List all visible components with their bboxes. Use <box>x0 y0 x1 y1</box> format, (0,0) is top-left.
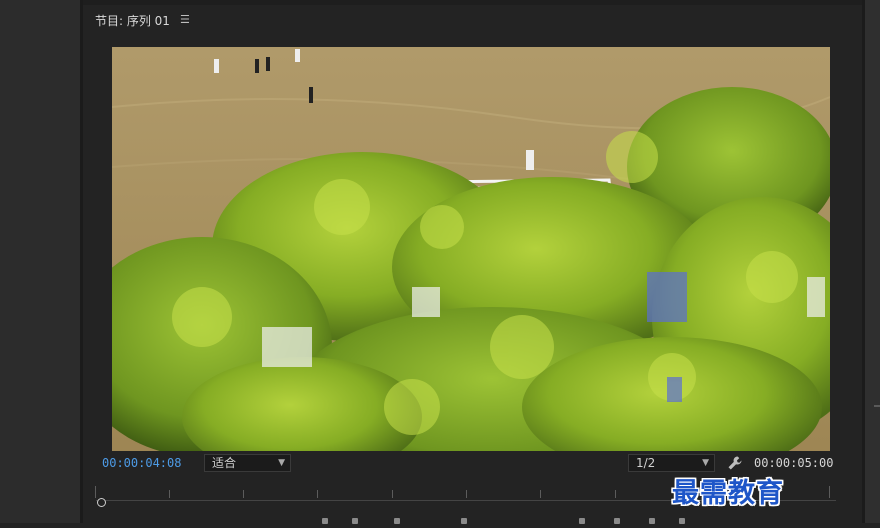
chevron-down-icon: ▼ <box>702 458 709 468</box>
duration-timecode: 00:00:05:00 <box>754 456 834 470</box>
zoom-level-select[interactable]: 适合 ▼ <box>204 454 291 472</box>
video-frame <box>112 47 830 451</box>
right-panel-strip <box>865 0 880 523</box>
panel-header: 节目: 序列 01 ☰ <box>83 5 862 35</box>
wrench-icon[interactable] <box>727 455 743 471</box>
transport-controls <box>83 515 862 528</box>
playback-resolution-value: 1/2 <box>636 456 656 470</box>
go-to-in-button[interactable] <box>394 518 400 524</box>
hamburger-icon[interactable]: ☰ <box>180 13 190 26</box>
insert-button[interactable] <box>579 518 585 524</box>
export-frame-button[interactable] <box>679 518 685 524</box>
left-panel-strip <box>0 0 80 523</box>
playback-resolution-select[interactable]: 1/2 ▼ <box>628 454 715 472</box>
zoom-level-value: 适合 <box>212 456 237 470</box>
chevron-down-icon: ▼ <box>278 458 285 468</box>
video-viewer[interactable] <box>112 47 830 451</box>
playhead-handle[interactable] <box>97 498 106 507</box>
play-button[interactable] <box>461 518 467 524</box>
overwrite-button[interactable] <box>614 518 620 524</box>
watermark-logo: 最需教育 <box>672 478 784 509</box>
panel-title[interactable]: 节目: 序列 01 <box>95 12 170 29</box>
mark-in-button[interactable] <box>322 518 328 524</box>
current-timecode[interactable]: 00:00:04:08 <box>102 456 181 470</box>
program-monitor-panel: 节目: 序列 01 ☰ 00:00:04:08 适合 ▼ 1/2 ▼ 00:00… <box>83 5 862 524</box>
mark-out-button[interactable] <box>352 518 358 524</box>
lift-button[interactable] <box>649 518 655 524</box>
